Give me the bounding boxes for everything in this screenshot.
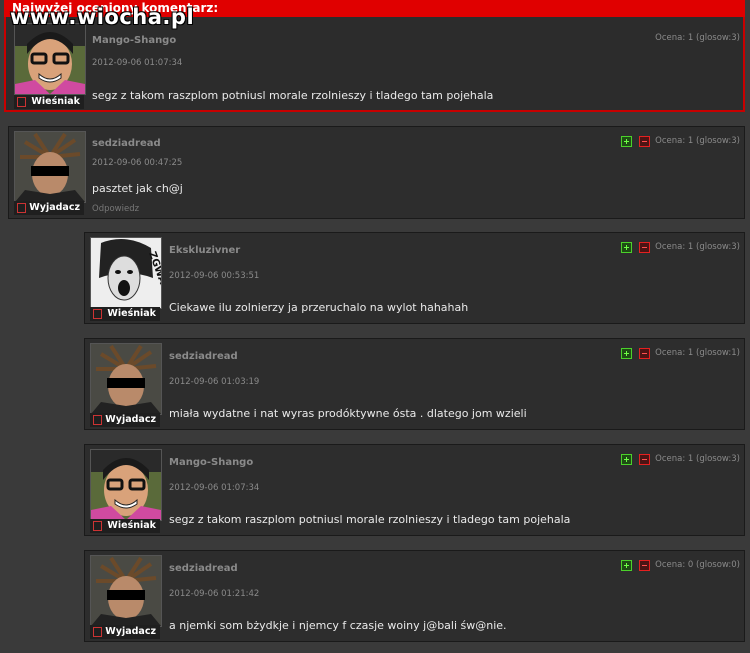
rank-badge: Wieśniak [90,519,160,533]
rank-label: Wieśniak [107,520,156,531]
austin-powers-avatar-icon[interactable] [14,23,86,95]
vote-up-button[interactable] [621,454,632,465]
comment-date: 2012-09-06 01:07:34 [92,58,183,68]
comment-text: pasztet jak ch@j [92,182,183,195]
rank-label: Wieśniak [107,308,156,319]
rank-badge: Wyjadacz [90,413,160,427]
comment-text: miała wydatne i nat wyras prodóktywne ós… [169,407,527,420]
rank-label: Wyjadacz [105,414,156,425]
vote-down-button[interactable] [639,136,650,147]
vote-down-button[interactable] [639,560,650,571]
comment-author[interactable]: Mango-Shango [169,457,253,468]
comment-date: 2012-09-06 01:21:42 [169,589,260,599]
rank-label: Wieśniak [31,96,80,107]
vote-down-button[interactable] [639,242,650,253]
comment-date: 2012-09-06 00:47:25 [92,158,183,168]
vote-up-button[interactable] [621,560,632,571]
rank-badge: Wyjadacz [90,625,160,639]
vote-up-button[interactable] [621,348,632,359]
comment-score: Ocena: 1 (glosow:3) [655,454,740,464]
comment-date: 2012-09-06 00:53:51 [169,271,260,281]
comment-text: segz z takom raszplom potniusl morale rz… [92,89,494,102]
comment-score: Ocena: 1 (glosow:3) [655,242,740,252]
comment-score: Ocena: 1 (glosow:1) [655,348,740,358]
rank-label: Wyjadacz [105,626,156,637]
comment-score: Ocena: 1 (glosow:3) [655,33,740,43]
vote-up-button[interactable] [621,136,632,147]
comment-text: a njemki som bżydkje i njemcy f czasje w… [169,619,507,632]
rank-badge: Wieśniak [14,95,84,109]
rank-label: Wyjadacz [29,202,80,213]
censored-face-avatar-icon[interactable] [90,555,162,627]
site-watermark: www.wiocha.pl [10,5,195,29]
comment-text: segz z takom raszplom potniusl morale rz… [169,513,571,526]
vote-down-button[interactable] [639,348,650,359]
comment-score: Ocena: 0 (glosow:0) [655,560,740,570]
reply-link[interactable]: Odpowiedz [92,204,139,214]
vote-down-button[interactable] [639,454,650,465]
comment-author[interactable]: sedziadread [92,138,161,149]
comment-author[interactable]: Mango-Shango [92,35,176,46]
comment-score: Ocena: 1 (glosow:3) [655,136,740,146]
comment-author[interactable]: sedziadread [169,563,238,574]
austin-powers-avatar-icon[interactable] [90,449,162,521]
censored-face-avatar-icon[interactable] [90,343,162,415]
vote-up-button[interactable] [621,242,632,253]
comment-date: 2012-09-06 01:03:19 [169,377,260,387]
censored-face-avatar-icon[interactable] [14,131,86,203]
comment-date: 2012-09-06 01:07:34 [169,483,260,493]
comment-author[interactable]: sedziadread [169,351,238,362]
rank-badge: Wieśniak [90,307,160,321]
screaming-woman-avatar-icon[interactable]: ZGWALCIĆ! [90,237,162,309]
comment-text: Ciekawe ilu zolnierzy ja przeruchalo na … [169,301,469,314]
comment-author[interactable]: Ekskluzivner [169,245,240,256]
rank-badge: Wyjadacz [14,201,84,215]
